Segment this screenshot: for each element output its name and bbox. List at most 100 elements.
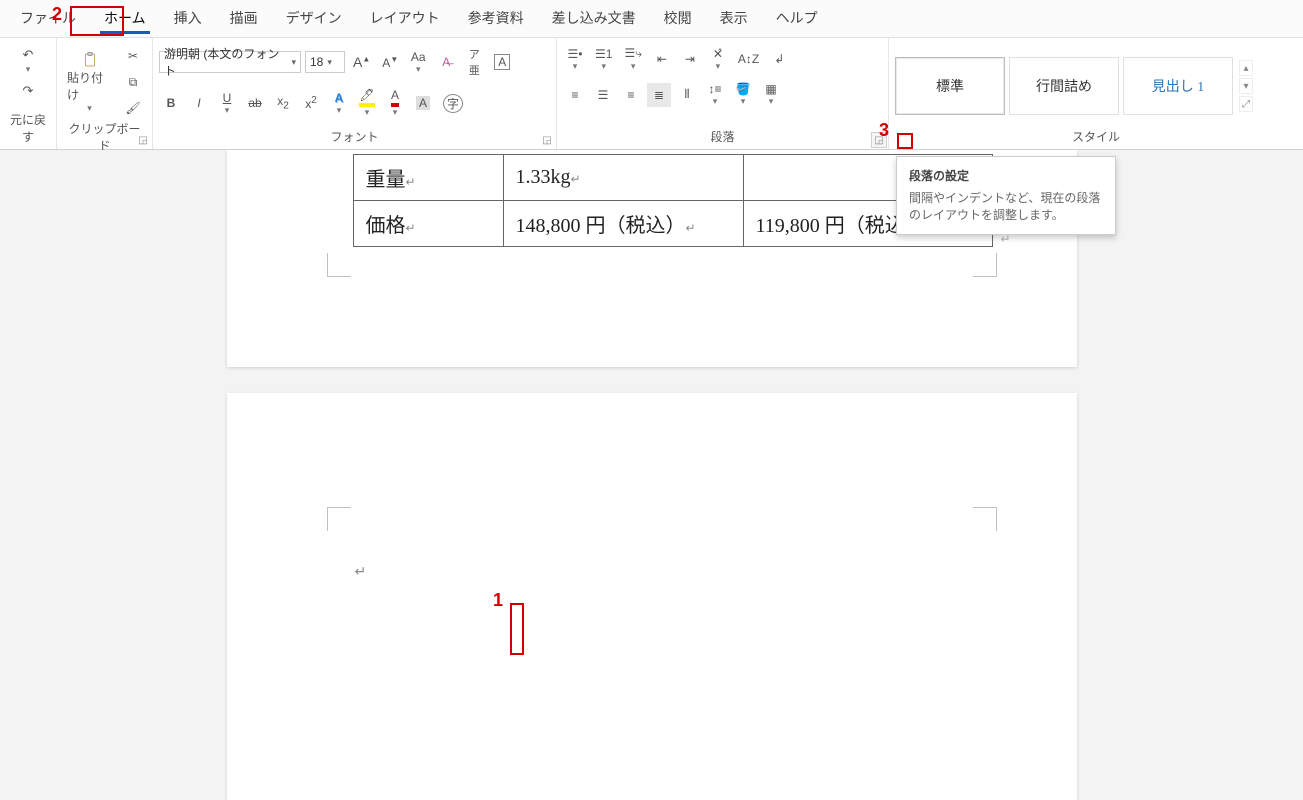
undo-button[interactable]: ↶▾: [15, 44, 41, 77]
character-border-button[interactable]: 字: [439, 91, 467, 115]
margin-corner: [973, 253, 997, 277]
font-size-select[interactable]: 18▾: [305, 51, 345, 73]
cell-text: 価格: [366, 215, 406, 237]
annotation-number-3: 3: [879, 120, 889, 141]
margin-corner: [327, 507, 351, 531]
superscript-button[interactable]: x2: [299, 91, 323, 115]
cell-text: 1.33kg: [516, 166, 571, 188]
font-color-button[interactable]: A▾: [383, 86, 407, 120]
margin-corner: [327, 253, 351, 277]
subscript-button[interactable]: x2: [271, 91, 295, 115]
distributed-button[interactable]: ⫴: [675, 83, 699, 107]
borders-button[interactable]: ▦▾: [759, 80, 783, 109]
numbering-icon: ☰1: [595, 47, 612, 61]
tab-design[interactable]: デザイン: [276, 4, 352, 34]
eraser-icon: A̶: [442, 55, 450, 69]
strikethrough-button[interactable]: ab: [243, 91, 267, 115]
group-styles: 標準 行間詰め 見出し 1 ▴ ▾ ⤢ スタイル: [888, 38, 1303, 149]
justify-button[interactable]: ≣: [647, 83, 671, 107]
bold-button[interactable]: B: [159, 91, 183, 115]
style-gallery-down[interactable]: ▾: [1239, 78, 1253, 94]
enclose-characters-button[interactable]: A: [490, 50, 514, 74]
tab-mailings[interactable]: 差し込み文書: [542, 4, 646, 34]
multilevel-list-button[interactable]: ☰⤷▾: [620, 44, 645, 74]
clipboard-launcher[interactable]: ◲: [136, 133, 150, 147]
decrease-indent-button[interactable]: ⇤: [650, 47, 674, 71]
cell-value[interactable]: 1.33kg↵: [503, 155, 743, 201]
tab-view[interactable]: 表示: [710, 4, 758, 34]
font-name-value: 游明朝 (本文のフォント: [164, 45, 287, 79]
font-color-icon: A: [391, 88, 399, 107]
line-spacing-button[interactable]: ↕≡▾: [703, 80, 727, 109]
increase-indent-button[interactable]: ⇥: [678, 47, 702, 71]
style-heading1[interactable]: 見出し 1: [1123, 57, 1233, 115]
tab-insert[interactable]: 挿入: [164, 4, 212, 34]
style-normal[interactable]: 標準: [895, 57, 1005, 115]
cut-button[interactable]: ✂: [120, 44, 146, 68]
tab-file[interactable]: ファイル: [10, 4, 86, 34]
underline-button[interactable]: U▾: [215, 89, 239, 118]
grow-font-button[interactable]: A▲: [349, 50, 374, 74]
text-effects-button[interactable]: A▾: [327, 89, 351, 118]
tab-home[interactable]: ホーム: [94, 4, 156, 34]
group-paragraph: ☰•▾ ☰1▾ ☰⤷▾ ⇤ ⇥ ✕̂▾ A↕Z ↲ ≡ ☰ ≡ ≣ ⫴ ↕≡▾ …: [556, 38, 888, 149]
tab-help[interactable]: ヘルプ: [766, 4, 828, 34]
tab-draw[interactable]: 描画: [220, 4, 268, 34]
annotation-number-1: 1: [493, 590, 503, 611]
shrink-font-button[interactable]: A▼: [378, 50, 402, 74]
cell-label[interactable]: 重量↵: [353, 155, 503, 201]
char-border-icon: 字: [443, 94, 463, 113]
cell-value[interactable]: 148,800 円（税込）↵: [503, 201, 743, 247]
italic-button[interactable]: I: [187, 91, 211, 115]
align-left-button[interactable]: ≡: [563, 83, 587, 107]
align-center-button[interactable]: ☰: [591, 83, 615, 107]
font-name-select[interactable]: 游明朝 (本文のフォント▾: [159, 51, 301, 73]
enclose-icon: A: [494, 54, 510, 70]
tab-review[interactable]: 校閲: [654, 4, 702, 34]
align-center-icon: ☰: [598, 88, 609, 102]
tooltip-body: 間隔やインデントなど、現在の段落のレイアウトを調整します。: [909, 190, 1103, 224]
tab-layout[interactable]: レイアウト: [360, 4, 450, 34]
align-right-button[interactable]: ≡: [619, 83, 643, 107]
paste-label: 貼り付け: [67, 69, 112, 103]
copy-icon: ⧉: [124, 73, 142, 91]
phonetic-guide-button[interactable]: ア亜: [462, 44, 486, 80]
tooltip-title: 段落の設定: [909, 167, 1103, 184]
paste-icon: [81, 51, 99, 69]
highlight-button[interactable]: 🖊▾: [355, 86, 379, 120]
numbering-button[interactable]: ☰1▾: [591, 45, 616, 74]
scissors-icon: ✂: [124, 47, 142, 65]
group-styles-label: スタイル: [895, 128, 1297, 147]
align-right-icon: ≡: [627, 88, 634, 102]
grow-font-icon: A▲: [353, 54, 370, 70]
cell-text: 148,800 円（税込）: [516, 215, 686, 237]
ribbon-tabs: ファイル ホーム 挿入 描画 デザイン レイアウト 参考資料 差し込み文書 校閲…: [0, 0, 1303, 38]
group-paragraph-label: 段落: [563, 128, 882, 147]
margin-corner: [973, 507, 997, 531]
document-canvas[interactable]: 重量↵ 1.33kg↵ 価格↵ 148,800 円（税込）↵ 119,800 円…: [0, 150, 1303, 800]
shrink-font-icon: A▼: [382, 55, 398, 70]
copy-button[interactable]: ⧉: [120, 70, 146, 94]
redo-button[interactable]: ↷: [15, 79, 41, 103]
underline-icon: U: [223, 91, 232, 105]
style-nospace[interactable]: 行間詰め: [1009, 57, 1119, 115]
sort-button[interactable]: A↕Z: [734, 47, 763, 71]
clear-formatting-button[interactable]: A̶: [434, 50, 458, 74]
paste-button[interactable]: 貼り付け ▾: [63, 49, 116, 116]
shading-button[interactable]: 🪣▾: [731, 80, 755, 109]
font-launcher[interactable]: ◲: [540, 133, 554, 147]
asian-layout-button[interactable]: ✕̂▾: [706, 45, 730, 74]
group-font-label: フォント: [159, 128, 550, 147]
cell-label[interactable]: 価格↵: [353, 201, 503, 247]
tab-references[interactable]: 参考資料: [458, 4, 534, 34]
style-gallery-scroll: ▴ ▾ ⤢: [1239, 60, 1253, 112]
bullets-button[interactable]: ☰•▾: [563, 45, 587, 74]
style-gallery-more[interactable]: ⤢: [1239, 96, 1253, 112]
show-marks-button[interactable]: ↲: [767, 47, 791, 71]
app-root: ファイル ホーム 挿入 描画 デザイン レイアウト 参考資料 差し込み文書 校閲…: [0, 0, 1303, 800]
style-gallery-up[interactable]: ▴: [1239, 60, 1253, 76]
character-shading-button[interactable]: A: [411, 91, 435, 115]
indent-icon: ⇥: [685, 52, 695, 66]
format-painter-button[interactable]: 🖌: [120, 96, 146, 120]
change-case-button[interactable]: Aa▾: [406, 48, 430, 77]
